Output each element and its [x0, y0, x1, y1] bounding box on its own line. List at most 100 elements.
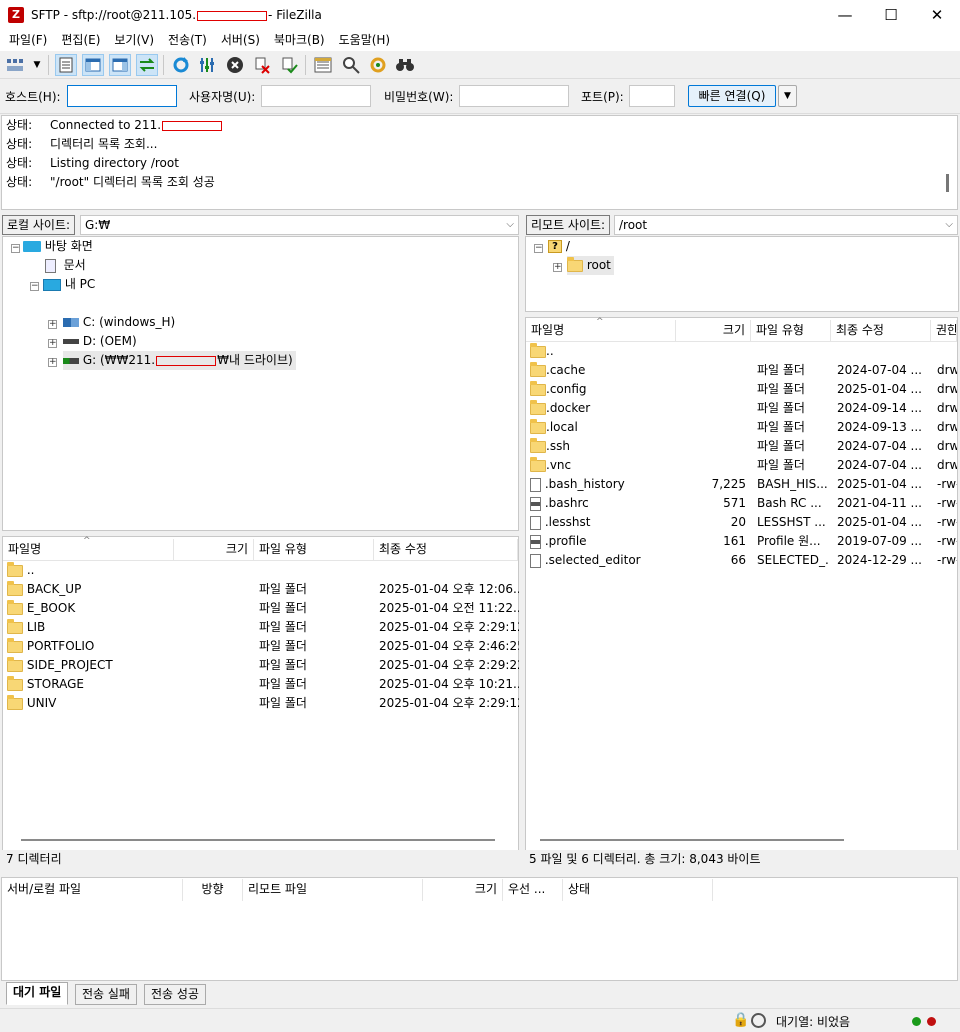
table-row[interactable]: .config 파일 폴더 2025-01-04 ... drw: [526, 380, 957, 399]
tree-item-drive-d[interactable]: D: (OEM): [63, 332, 137, 351]
tree-item-desktop[interactable]: 바탕 화면: [23, 237, 93, 256]
chevron-down-icon[interactable]: ⌵: [506, 216, 514, 234]
port-input[interactable]: [629, 85, 675, 107]
tree-item-mypc[interactable]: 내 PC: [43, 275, 95, 294]
file-name: .docker: [546, 401, 591, 415]
minimize-button[interactable]: —: [822, 0, 868, 31]
tree-item-root-slash[interactable]: ? /: [548, 237, 570, 256]
toggle-queue-icon[interactable]: [136, 54, 158, 76]
queue-column-size[interactable]: 크기: [423, 879, 503, 901]
reconnect-icon[interactable]: [278, 54, 300, 76]
table-row[interactable]: .selected_editor 66 SELECTED_... 2024-12-29…: [526, 551, 957, 570]
column-header-size[interactable]: 크기: [174, 539, 254, 561]
column-header-name[interactable]: 파일명 ^: [3, 536, 174, 561]
directory-listing-filter-icon[interactable]: [312, 54, 334, 76]
log-scrollbar[interactable]: [946, 174, 949, 192]
table-row[interactable]: .local 파일 폴더 2024-09-13 ... drw: [526, 418, 957, 437]
menu-view[interactable]: 보기(V): [107, 31, 161, 50]
horizontal-scrollbar[interactable]: [21, 839, 495, 841]
refresh-icon[interactable]: [170, 54, 192, 76]
table-row[interactable]: SIDE_PROJECT 파일 폴더 2025-01-04 오후 2:29:22: [3, 656, 519, 675]
column-header-type[interactable]: 파일 유형: [254, 539, 374, 561]
menu-edit[interactable]: 편집(E): [54, 31, 107, 50]
queue-column-status[interactable]: 상태: [563, 879, 713, 901]
queue-column-priority[interactable]: 우선 ...: [503, 879, 563, 901]
quickconnect-button[interactable]: 빠른 연결(Q): [688, 85, 776, 107]
toggle-log-icon[interactable]: [55, 54, 77, 76]
chevron-down-icon[interactable]: ⌵: [945, 216, 953, 234]
speed-limit-icon[interactable]: [751, 1013, 766, 1028]
queue-column-direction[interactable]: 방향: [183, 879, 243, 901]
column-header-modified[interactable]: 최종 수정: [831, 320, 931, 342]
table-row[interactable]: PORTFOLIO 파일 폴더 2025-01-04 오후 2:46:25: [3, 637, 519, 656]
tab-queued-files[interactable]: 대기 파일: [6, 982, 69, 1005]
menu-bookmarks[interactable]: 북마크(B): [267, 31, 332, 50]
menu-help[interactable]: 도움말(H): [332, 31, 398, 50]
remote-site-path[interactable]: /root ⌵: [614, 215, 958, 235]
file-name-cell: E_BOOK: [7, 599, 172, 618]
binoculars-icon[interactable]: [394, 54, 416, 76]
table-row[interactable]: .profile 161 Profile 원... 2019-07-09 ... -rw…: [526, 532, 957, 551]
menu-file[interactable]: 파일(F): [2, 31, 54, 50]
table-row[interactable]: ..: [526, 342, 957, 361]
toggle-local-tree-icon[interactable]: [82, 54, 104, 76]
computer-icon: [43, 278, 61, 291]
expand-toggle-icon[interactable]: +: [48, 320, 57, 329]
menu-server[interactable]: 서버(S): [214, 31, 267, 50]
username-label: 사용자명(U):: [189, 90, 256, 104]
username-input[interactable]: [261, 85, 371, 107]
column-header-permissions[interactable]: 권한: [931, 320, 957, 342]
sync-browsing-icon[interactable]: [367, 54, 389, 76]
chevron-down-icon[interactable]: ▼: [778, 85, 797, 107]
chevron-down-icon[interactable]: ▼: [30, 54, 44, 76]
column-header-name[interactable]: 파일명 ^: [526, 317, 676, 342]
table-row[interactable]: .docker 파일 폴더 2024-09-14 ... drw: [526, 399, 957, 418]
tab-successful-transfers[interactable]: 전송 성공: [144, 984, 206, 1005]
tree-label: 내 PC: [64, 277, 96, 291]
tree-item-drive-g[interactable]: G: (₩₩211. ₩내 드라이브): [63, 351, 296, 370]
collapse-toggle-icon[interactable]: −: [534, 244, 543, 253]
table-row[interactable]: BACK_UP 파일 폴더 2025-01-04 오후 12:06...: [3, 580, 519, 599]
table-row[interactable]: LIB 파일 폴더 2025-01-04 오후 2:29:12: [3, 618, 519, 637]
process-queue-icon[interactable]: [197, 54, 219, 76]
tree-item-documents[interactable]: 문서: [45, 256, 86, 275]
column-header-size[interactable]: 크기: [676, 320, 751, 342]
password-input[interactable]: [459, 85, 569, 107]
horizontal-scrollbar[interactable]: [540, 839, 844, 841]
column-header-type[interactable]: 파일 유형: [751, 320, 831, 342]
expand-toggle-icon[interactable]: +: [48, 339, 57, 348]
folder-icon: [530, 361, 546, 377]
maximize-button[interactable]: ☐: [868, 0, 914, 31]
tab-failed-transfers[interactable]: 전송 실패: [75, 984, 137, 1005]
file-modified: 2025-01-04 ...: [837, 382, 922, 396]
table-row[interactable]: .cache 파일 폴더 2024-07-04 ... drw: [526, 361, 957, 380]
expand-toggle-icon[interactable]: +: [553, 263, 562, 272]
expand-toggle-icon[interactable]: +: [48, 358, 57, 367]
close-button[interactable]: ✕: [914, 0, 960, 31]
site-manager-icon[interactable]: [5, 54, 25, 76]
local-site-path[interactable]: G:₩ ⌵: [80, 215, 519, 235]
table-row[interactable]: UNIV 파일 폴더 2025-01-04 오후 2:29:12: [3, 694, 519, 713]
collapse-toggle-icon[interactable]: −: [11, 244, 20, 253]
host-input[interactable]: [67, 85, 177, 107]
column-header-modified[interactable]: 최종 수정: [374, 539, 518, 561]
tree-item-root-folder[interactable]: root: [567, 256, 614, 275]
table-row[interactable]: .lesshst 20 LESSHST ... 2025-01-04 ... -rw-: [526, 513, 957, 532]
queue-column-remote[interactable]: 리모트 파일: [243, 879, 423, 901]
table-row[interactable]: .bash_history 7,225 BASH_HIS... 2025-01-04 …: [526, 475, 957, 494]
queue-column-local[interactable]: 서버/로컬 파일: [2, 879, 183, 901]
disconnect-icon[interactable]: [251, 54, 273, 76]
tree-item-drive-c[interactable]: C: (windows_H): [63, 313, 175, 332]
table-row[interactable]: .vnc 파일 폴더 2024-07-04 ... drw: [526, 456, 957, 475]
table-row[interactable]: E_BOOK 파일 폴더 2025-01-04 오전 11:22...: [3, 599, 519, 618]
file-size: 7,225: [711, 477, 746, 491]
table-row[interactable]: .ssh 파일 폴더 2024-07-04 ... drw: [526, 437, 957, 456]
table-row[interactable]: STORAGE 파일 폴더 2025-01-04 오후 10:21...: [3, 675, 519, 694]
table-row[interactable]: ..: [3, 561, 518, 580]
cancel-operation-icon[interactable]: [224, 54, 246, 76]
menu-transfer[interactable]: 전송(T): [161, 31, 214, 50]
collapse-toggle-icon[interactable]: −: [30, 282, 39, 291]
table-row[interactable]: .bashrc 571 Bash RC ... 2021-04-11 ... -rw-: [526, 494, 957, 513]
search-icon[interactable]: [340, 54, 362, 76]
toggle-remote-tree-icon[interactable]: [109, 54, 131, 76]
